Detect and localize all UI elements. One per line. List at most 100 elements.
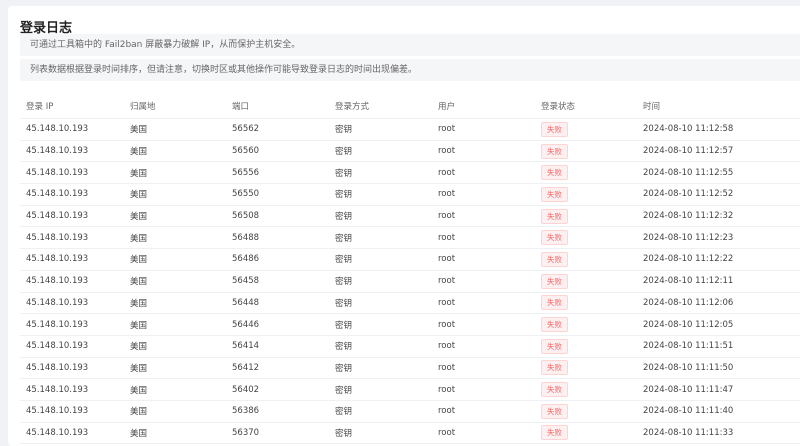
cell-status: 失败	[535, 140, 637, 163]
table-row: 45.148.10.193 美国 56458 密钥 root 失败 2024-08-10 1…	[20, 270, 800, 293]
cell-method: 密钥	[329, 118, 432, 141]
cell-port: 56562	[226, 118, 329, 141]
column-header-method[interactable]: 登录方式	[329, 94, 432, 119]
table-header-row: 登录 IP 归属地 端口 登录方式 用户 登录状态 时间	[20, 94, 800, 119]
cell-region: 美国	[124, 205, 226, 228]
status-badge: 失败	[541, 165, 568, 181]
cell-ip: 45.148.10.193	[20, 422, 124, 445]
cell-port: 56458	[226, 270, 329, 293]
cell-ip: 45.148.10.193	[20, 313, 124, 336]
cell-port: 56386	[226, 400, 329, 423]
status-badge: 失败	[541, 360, 568, 376]
column-header-ip[interactable]: 登录 IP	[20, 94, 124, 119]
cell-region: 美国	[124, 161, 226, 185]
cell-port: 56412	[226, 357, 329, 380]
cell-ip: 45.148.10.193	[20, 118, 124, 141]
cell-region: 美国	[124, 226, 226, 250]
login-log-table: 登录 IP 归属地 端口 登录方式 用户 登录状态 时间 45.148.10.1…	[20, 94, 800, 445]
cell-port: 56550	[226, 183, 329, 206]
cell-region: 美国	[124, 292, 226, 315]
cell-method: 密钥	[329, 140, 432, 163]
cell-ip: 45.148.10.193	[20, 335, 124, 358]
table-row: 45.148.10.193 美国 56386 密钥 root 失败 2024-08-10 1…	[20, 400, 800, 423]
status-badge: 失败	[541, 295, 568, 311]
cell-status: 失败	[535, 183, 637, 206]
cell-ip: 45.148.10.193	[20, 183, 124, 206]
cell-ip: 45.148.10.193	[20, 248, 124, 271]
cell-user: root	[432, 226, 535, 250]
column-header-port[interactable]: 端口	[226, 94, 329, 119]
status-badge: 失败	[541, 338, 568, 354]
cell-method: 密钥	[329, 313, 432, 336]
cell-time: 2024-08-10 11:12:58	[637, 118, 800, 141]
cell-port: 56448	[226, 292, 329, 315]
cell-region: 美国	[124, 378, 226, 401]
cell-time: 2024-08-10 11:12:05	[637, 313, 800, 336]
cell-port: 56560	[226, 140, 329, 163]
table-row: 45.148.10.193 美国 56402 密钥 root 失败 2024-08-10 1…	[20, 378, 800, 401]
table-row: 45.148.10.193 美国 56488 密钥 root 失败 2024-08-10 1…	[20, 226, 800, 250]
table-row: 45.148.10.193 美国 56370 密钥 root 失败 2024-08-10 1…	[20, 422, 800, 445]
cell-time: 2024-08-10 11:11:47	[637, 378, 800, 401]
cell-user: root	[432, 205, 535, 228]
cell-method: 密钥	[329, 422, 432, 445]
cell-region: 美国	[124, 313, 226, 336]
table-body: 45.148.10.193 美国 56562 密钥 root 失败 2024-08-10 1…	[20, 118, 800, 445]
cell-time: 2024-08-10 11:11:51	[637, 335, 800, 358]
status-badge: 失败	[541, 143, 568, 159]
cell-ip: 45.148.10.193	[20, 357, 124, 380]
cell-port: 56414	[226, 335, 329, 358]
cell-status: 失败	[535, 205, 637, 228]
cell-region: 美国	[124, 357, 226, 380]
column-header-time[interactable]: 时间	[637, 94, 800, 119]
cell-status: 失败	[535, 378, 637, 401]
cell-port: 56402	[226, 378, 329, 401]
cell-user: root	[432, 422, 535, 445]
cell-method: 密钥	[329, 378, 432, 401]
cell-method: 密钥	[329, 205, 432, 228]
cell-user: root	[432, 161, 535, 185]
cell-ip: 45.148.10.193	[20, 292, 124, 315]
cell-status: 失败	[535, 292, 637, 315]
cell-region: 美国	[124, 400, 226, 423]
table-row: 45.148.10.193 美国 56446 密钥 root 失败 2024-08-10 1…	[20, 313, 800, 336]
cell-port: 56556	[226, 161, 329, 185]
cell-user: root	[432, 357, 535, 380]
cell-region: 美国	[124, 248, 226, 271]
cell-time: 2024-08-10 11:12:57	[637, 140, 800, 163]
cell-ip: 45.148.10.193	[20, 378, 124, 401]
cell-method: 密钥	[329, 357, 432, 380]
status-badge: 失败	[541, 403, 568, 419]
cell-user: root	[432, 400, 535, 423]
cell-user: root	[432, 270, 535, 293]
cell-time: 2024-08-10 11:12:06	[637, 292, 800, 315]
cell-ip: 45.148.10.193	[20, 270, 124, 293]
cell-user: root	[432, 140, 535, 163]
notice-sort-order: 列表数据根据登录时间排序，但请注意，切换时区或其他操作可能导致登录日志的时间出现…	[20, 59, 800, 81]
table-row: 45.148.10.193 美国 56550 密钥 root 失败 2024-08-10 1…	[20, 183, 800, 206]
cell-ip: 45.148.10.193	[20, 205, 124, 228]
table-row: 45.148.10.193 美国 56486 密钥 root 失败 2024-08-10 1…	[20, 248, 800, 271]
column-header-status[interactable]: 登录状态	[535, 94, 637, 119]
cell-user: root	[432, 183, 535, 206]
status-badge: 失败	[541, 251, 568, 267]
status-badge: 失败	[541, 273, 568, 289]
table-row: 45.148.10.193 美国 56560 密钥 root 失败 2024-08-10 1…	[20, 140, 800, 163]
cell-ip: 45.148.10.193	[20, 161, 124, 185]
cell-port: 56488	[226, 226, 329, 250]
cell-time: 2024-08-10 11:12:32	[637, 205, 800, 228]
cell-status: 失败	[535, 161, 637, 185]
cell-status: 失败	[535, 357, 637, 380]
notice-fail2ban: 可通过工具箱中的 Fail2ban 屏蔽暴力破解 IP，从而保护主机安全。	[20, 34, 800, 56]
cell-region: 美国	[124, 422, 226, 445]
cell-status: 失败	[535, 248, 637, 271]
column-header-user[interactable]: 用户	[432, 94, 535, 119]
table-row: 45.148.10.193 美国 56448 密钥 root 失败 2024-08-10 1…	[20, 292, 800, 315]
cell-time: 2024-08-10 11:12:11	[637, 270, 800, 293]
cell-time: 2024-08-10 11:11:40	[637, 400, 800, 423]
cell-status: 失败	[535, 226, 637, 250]
column-header-region[interactable]: 归属地	[124, 94, 226, 119]
cell-status: 失败	[535, 118, 637, 141]
table-row: 45.148.10.193 美国 56562 密钥 root 失败 2024-08-10 1…	[20, 118, 800, 141]
cell-time: 2024-08-10 11:12:55	[637, 161, 800, 185]
